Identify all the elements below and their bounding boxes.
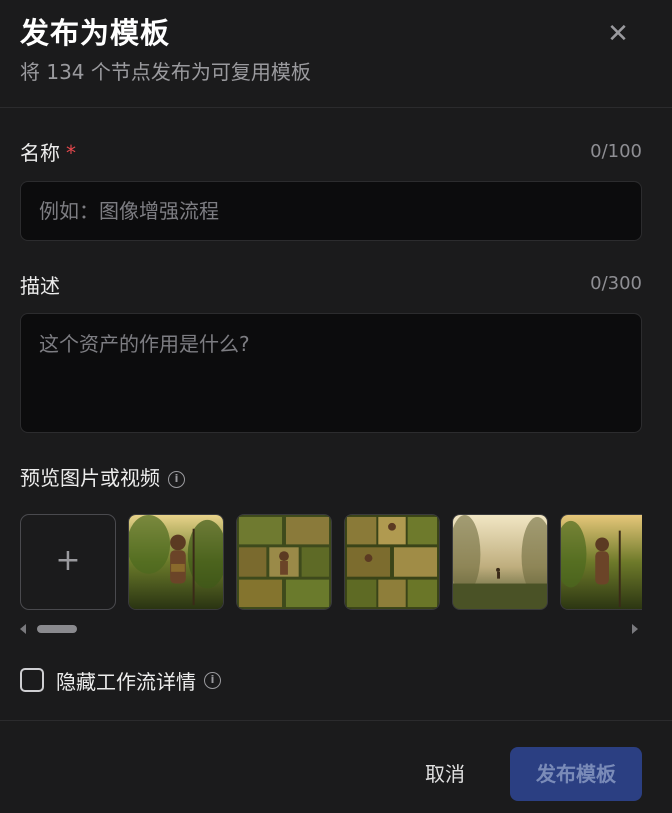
publish-template-dialog: 发布为模板 将 134 个节点发布为可复用模板 ✕ 名称* 0/100 描述 0… — [0, 0, 672, 813]
jungle-warrior-image — [561, 515, 642, 609]
dialog-title: 发布为模板 — [20, 16, 171, 50]
publish-template-button[interactable]: 发布模板 — [510, 747, 642, 801]
hide-details-label: 隐藏工作流详情 — [56, 669, 196, 694]
name-counter: 0/100 — [590, 141, 642, 162]
close-icon: ✕ — [607, 19, 629, 49]
description-counter: 0/300 — [590, 273, 642, 294]
preview-thumbnail-strip[interactable]: + — [20, 513, 642, 611]
thumbnail-scrollbar[interactable] — [20, 622, 642, 636]
name-label: 名称 * — [20, 137, 76, 166]
description-textarea[interactable] — [20, 313, 642, 433]
info-icon[interactable]: i — [168, 471, 185, 488]
name-label-text: 名称 — [20, 141, 60, 165]
misty-jungle-image — [453, 515, 547, 609]
cancel-button[interactable]: 取消 — [412, 748, 478, 800]
info-icon[interactable]: i — [204, 671, 221, 689]
preview-thumbnail[interactable] — [128, 514, 224, 610]
close-button[interactable]: ✕ — [602, 20, 634, 48]
plus-icon: + — [55, 543, 81, 578]
hide-details-checkbox[interactable] — [20, 668, 44, 692]
jungle-collage-image — [345, 515, 439, 609]
preview-thumbnail[interactable] — [452, 514, 548, 610]
required-mark: * — [66, 141, 76, 165]
jungle-warrior-image — [129, 515, 223, 609]
description-label: 描述 — [20, 274, 60, 298]
hide-details-option[interactable]: 隐藏工作流详情 i — [20, 666, 221, 694]
dialog-subtitle: 将 134 个节点发布为可复用模板 — [20, 60, 311, 84]
preview-thumbnail[interactable] — [344, 514, 440, 610]
jungle-collage-image — [237, 515, 331, 609]
name-input[interactable] — [20, 181, 642, 241]
preview-label: 预览图片或视频 i — [20, 462, 185, 491]
preview-thumbnail[interactable] — [560, 514, 642, 610]
dialog-header: 发布为模板 将 134 个节点发布为可复用模板 ✕ — [0, 0, 672, 108]
scroll-left-arrow-icon[interactable] — [20, 624, 26, 634]
add-preview-button[interactable]: + — [20, 514, 116, 610]
scrollbar-thumb[interactable] — [37, 625, 77, 633]
preview-thumbnail[interactable] — [236, 514, 332, 610]
preview-label-text: 预览图片或视频 — [20, 466, 160, 490]
scroll-right-arrow-icon[interactable] — [632, 624, 638, 634]
